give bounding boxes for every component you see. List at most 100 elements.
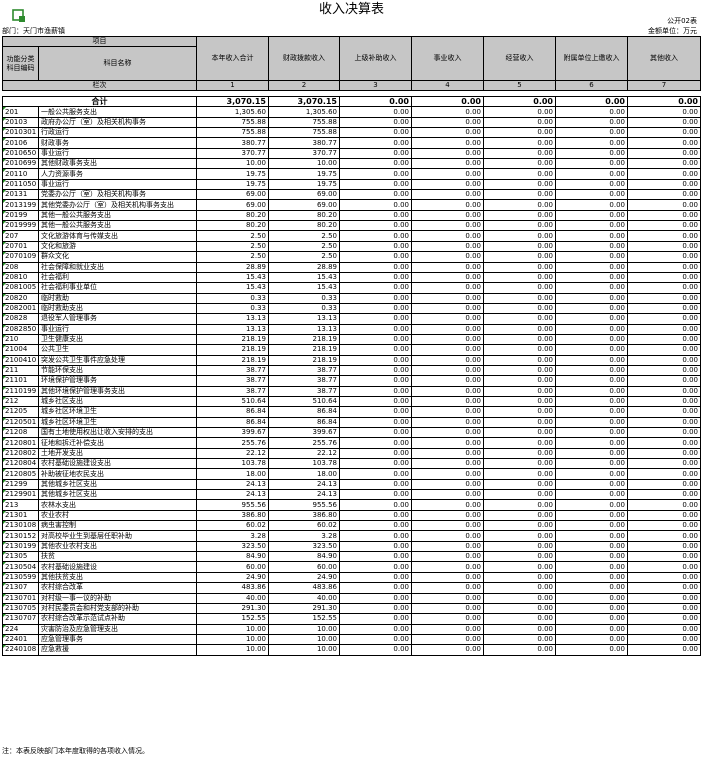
row-affiliated-income: 0.00 (555, 147, 628, 160)
row-total: 755.88 (196, 127, 269, 139)
row-other-income: 0.00 (627, 520, 701, 532)
row-operating-income: 0.00 (483, 458, 556, 470)
row-code: 211 (2, 364, 39, 377)
row-operating-income: 0.00 (483, 540, 556, 553)
row-code: 212 (2, 395, 39, 408)
col-header-2: 财政拨款收入 (268, 36, 340, 81)
row-superior-subsidy: 0.00 (339, 437, 412, 449)
row-business-income: 0.00 (411, 199, 484, 211)
row-business-income: 0.00 (411, 230, 484, 242)
cell-warning-mark (3, 149, 6, 152)
row-other-income: 0.00 (627, 158, 701, 170)
row-label-header: 栏次 (2, 80, 197, 91)
row-total: 103.78 (196, 458, 269, 470)
table-row: 2013199 其他党委办公厅（室）及相关机构事务支出 69.00 69.00 0.00… (2, 199, 701, 211)
table-row: 21205 城乡社区环境卫生 86.84 86.84 0.00 0.00 0.00 0.00 0… (2, 406, 701, 418)
row-fiscal: 2.50 (268, 240, 340, 253)
row-operating-income: 0.00 (483, 395, 556, 408)
col-number-1: 1 (196, 80, 269, 91)
row-operating-income: 0.00 (483, 323, 556, 335)
row-operating-income: 0.00 (483, 426, 556, 439)
row-total: 38.77 (196, 375, 269, 387)
row-name: 其他城乡社区支出 (38, 489, 197, 501)
row-operating-income: 0.00 (483, 230, 556, 242)
table-row: 213 农林水支出 955.56 955.56 0.00 0.00 0.00 0.00 0.00 (2, 499, 701, 511)
row-name: 其他党委办公厅（室）及相关机构事务支出 (38, 199, 197, 211)
row-name: 对高校毕业生到基层任职补助 (38, 530, 197, 542)
row-operating-income: 0.00 (483, 416, 556, 429)
row-operating-income: 0.00 (483, 375, 556, 387)
row-business-income: 0.00 (411, 189, 484, 201)
row-other-income: 0.00 (627, 251, 701, 263)
cell-warning-mark (3, 542, 6, 545)
row-other-income: 0.00 (627, 395, 701, 408)
row-code: 224 (2, 623, 39, 635)
table-row: 20106 财政事务 380.77 380.77 0.00 0.00 0.00 0.00 0.0… (2, 137, 701, 149)
row-code: 20199 (2, 209, 39, 222)
row-operating-income: 0.00 (483, 271, 556, 284)
row-superior-subsidy: 0.00 (339, 406, 412, 418)
row-code: 2120804 (2, 458, 39, 470)
row-operating-income: 0.00 (483, 168, 556, 180)
cell-warning-mark (3, 107, 6, 111)
cell-warning-mark (3, 345, 6, 349)
row-operating-income: 0.00 (483, 282, 556, 294)
row-fiscal: 10.00 (268, 644, 340, 656)
row-fiscal: 323.50 (268, 540, 340, 553)
row-other-income: 0.00 (627, 478, 701, 491)
row-fiscal: 3.28 (268, 530, 340, 542)
cell-warning-mark (3, 625, 6, 628)
row-operating-income: 0.00 (483, 633, 556, 646)
row-total: 10.00 (196, 623, 269, 635)
cell-warning-mark (3, 387, 6, 390)
row-affiliated-income: 0.00 (555, 520, 628, 532)
row-business-income: 0.00 (411, 251, 484, 263)
row-operating-income: 0.00 (483, 499, 556, 511)
row-superior-subsidy: 0.00 (339, 116, 412, 129)
row-affiliated-income: 0.00 (555, 395, 628, 408)
row-name: 补助被征地农民支出 (38, 468, 197, 480)
row-name: 其他环境保护管理事务支出 (38, 385, 197, 397)
row-code: 2130707 (2, 613, 39, 625)
cell-warning-mark (3, 159, 6, 163)
row-business-income: 0.00 (411, 633, 484, 646)
table-row: 2082850 事业运行 13.13 13.13 0.00 0.00 0.00 0.00 0.0… (2, 323, 701, 335)
row-name: 对村民委员会和村党支部的补助 (38, 602, 197, 615)
row-fiscal: 13.13 (268, 313, 340, 325)
row-fiscal: 370.77 (268, 147, 340, 160)
row-affiliated-income: 0.00 (555, 571, 628, 584)
row-other-income: 0.00 (627, 582, 701, 594)
table-row: 2010301 行政运行 755.88 755.88 0.00 0.00 0.00 0.00 0… (2, 127, 701, 139)
row-fiscal: 24.90 (268, 571, 340, 584)
cell-warning-mark (3, 428, 6, 431)
row-other-income: 0.00 (627, 364, 701, 377)
row-total: 13.13 (196, 323, 269, 335)
row-affiliated-income: 0.00 (555, 158, 628, 170)
row-other-income: 0.00 (627, 489, 701, 501)
cell-warning-mark (3, 232, 6, 235)
row-name: 临时救助 (38, 292, 197, 304)
table-row: 2010699 其他财政事务支出 10.00 10.00 0.00 0.00 0.00 0.0… (2, 158, 701, 170)
row-fiscal: 84.90 (268, 551, 340, 563)
row-business-income: 0.00 (411, 571, 484, 584)
row-superior-subsidy: 0.00 (339, 478, 412, 491)
table-row: 208 社会保障和就业支出 28.89 28.89 0.00 0.00 0.00 0.00 0.… (2, 261, 701, 273)
cell-warning-mark (3, 397, 6, 400)
row-fiscal: 255.76 (268, 437, 340, 449)
data-table: 合计 3,070.15 3,070.15 0.00 0.00 0.00 0.00… (2, 95, 701, 656)
row-operating-income: 0.00 (483, 302, 556, 315)
row-other-income: 0.00 (627, 540, 701, 553)
cell-warning-mark (3, 221, 6, 225)
row-name: 事业运行 (38, 323, 197, 335)
row-code: 2130705 (2, 602, 39, 615)
row-total: 86.84 (196, 406, 269, 418)
row-other-income: 0.00 (627, 106, 701, 118)
row-operating-income: 0.00 (483, 623, 556, 635)
row-name: 一般公共服务支出 (38, 106, 197, 118)
row-affiliated-income: 0.00 (555, 127, 628, 139)
cell-warning-mark (3, 304, 6, 307)
row-name: 农村基础设施建设支出 (38, 458, 197, 470)
row-code: 2240108 (2, 644, 39, 656)
row-total: 38.77 (196, 364, 269, 377)
table-row: 2120804 农村基础设施建设支出 103.78 103.78 0.00 0.00 0.0… (2, 458, 701, 470)
